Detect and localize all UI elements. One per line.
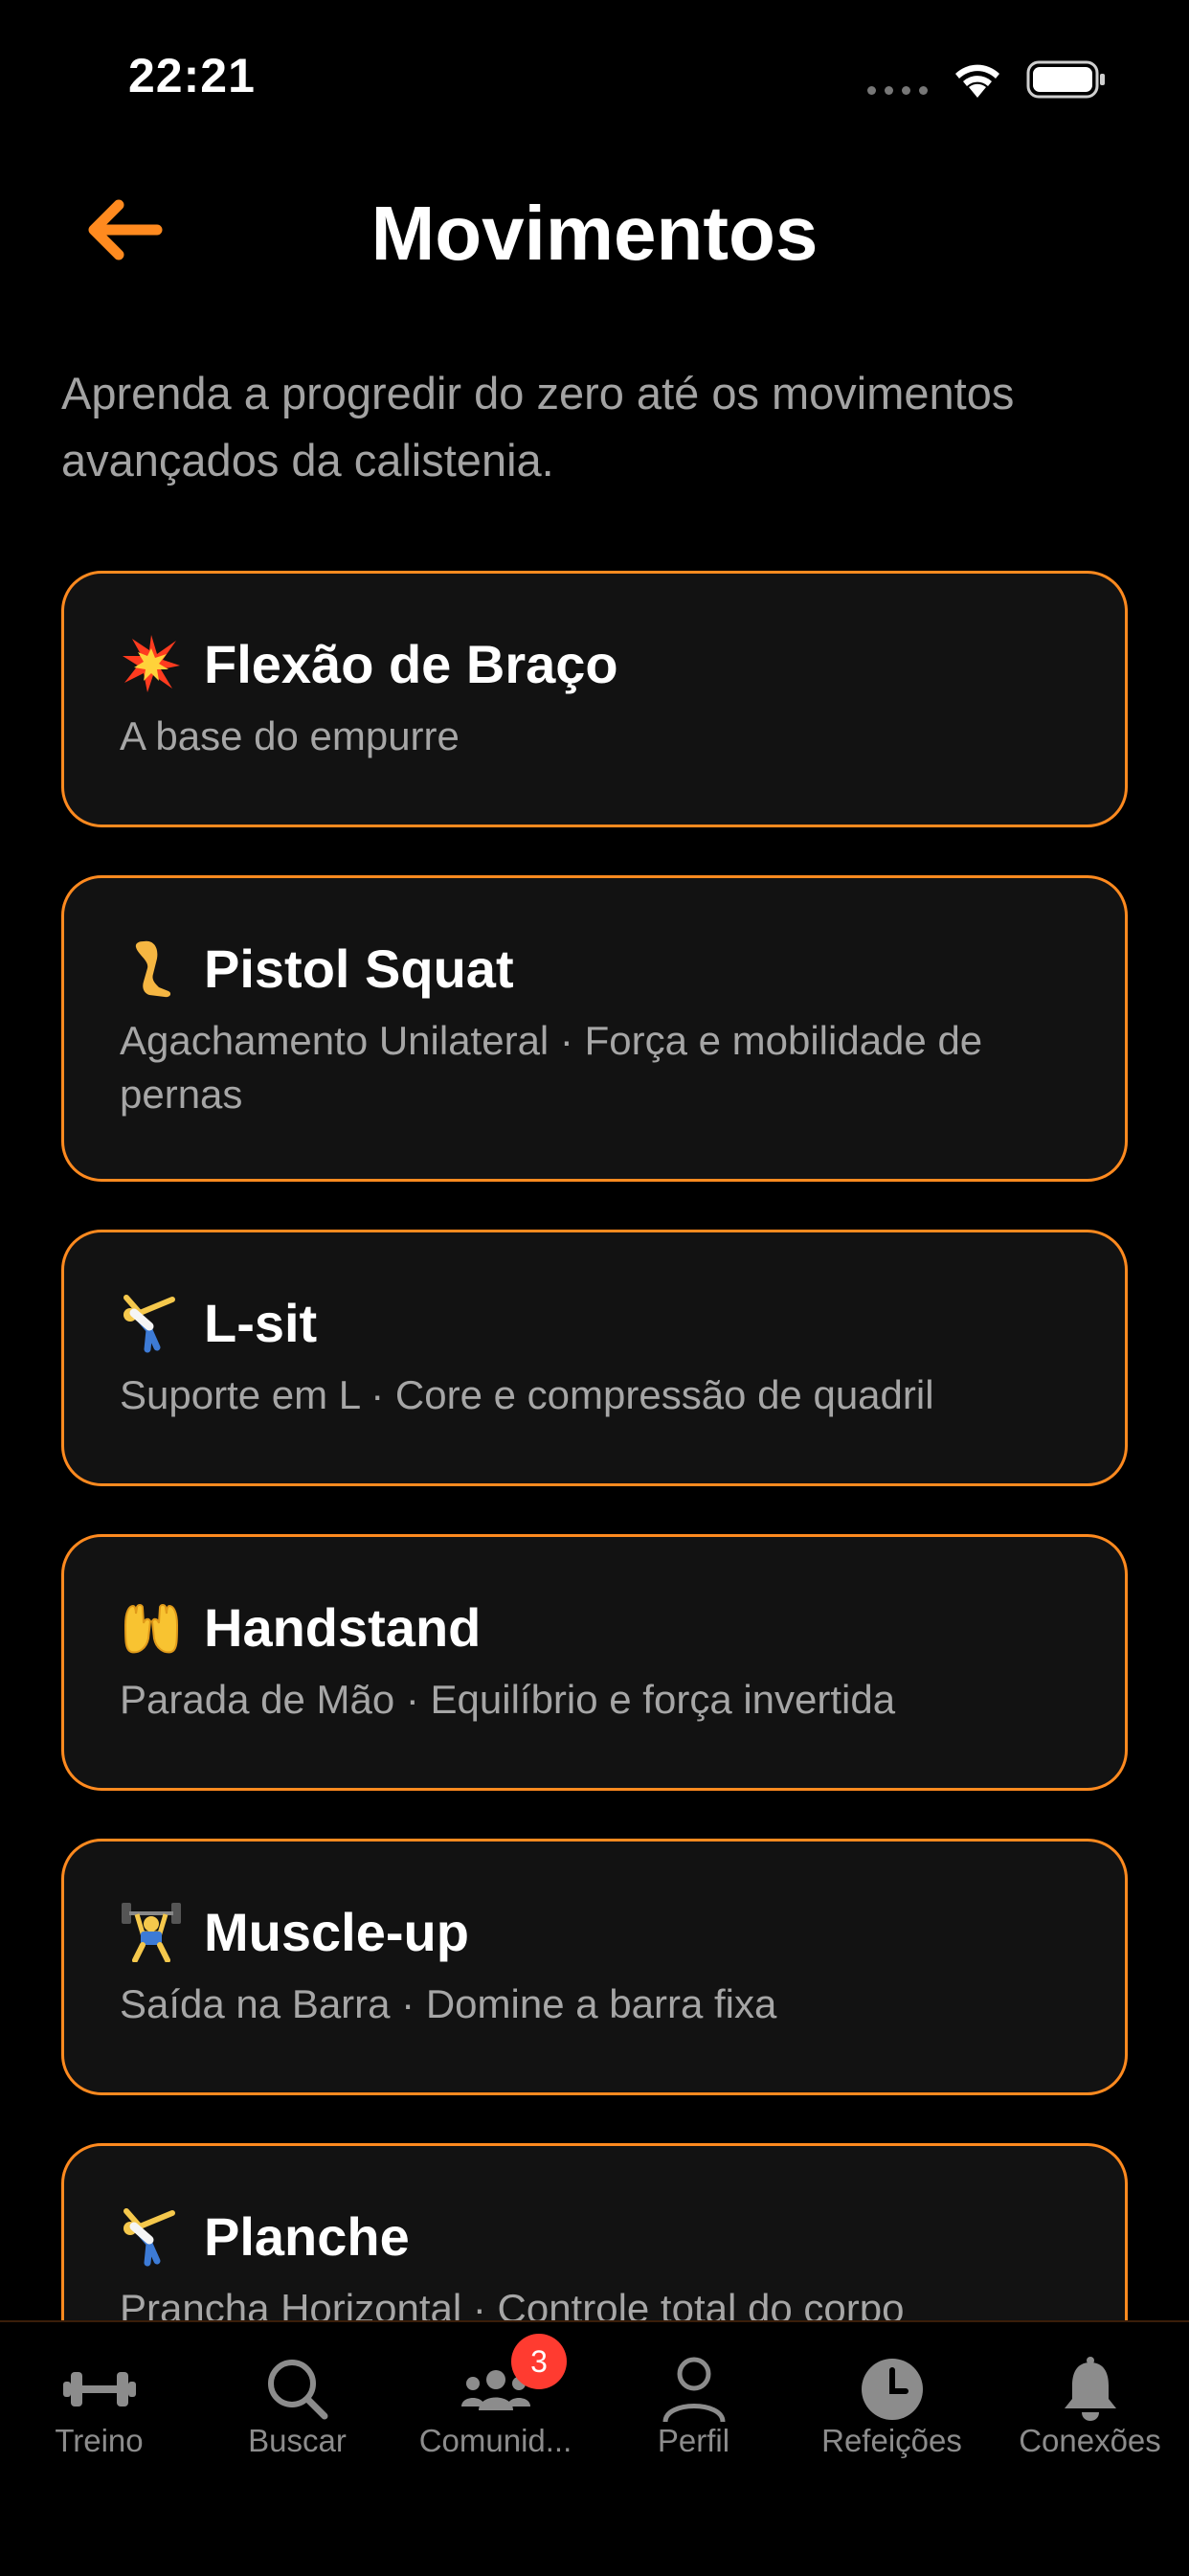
card-title: Handstand: [204, 1596, 482, 1658]
tab-buscar[interactable]: Buscar: [198, 2322, 396, 2495]
tab-label: Conexões: [1019, 2423, 1161, 2458]
tab-label: Comunid...: [418, 2423, 572, 2458]
wifi-icon: [955, 64, 999, 98]
intro-text: Aprenda a progredir do zero até os movim…: [61, 368, 1015, 486]
tab-comunidade[interactable]: 3 Comunid...: [396, 2322, 594, 2495]
bell-icon: [1064, 2357, 1116, 2421]
movement-card-flexao[interactable]: Flexão de Braço A base do empurre: [61, 571, 1128, 827]
collision-icon: [120, 632, 183, 695]
card-subtitle: Parada de Mão · Equilíbrio e força inver…: [120, 1677, 896, 1722]
card-title: Flexão de Braço: [204, 633, 618, 694]
leg-icon: [120, 937, 183, 1000]
notification-badge: 3: [511, 2334, 567, 2389]
cartwheel-icon: [120, 1291, 183, 1354]
search-icon: [267, 2360, 327, 2420]
card-subtitle: Agachamento Unilateral · Força e mobilid…: [120, 1018, 983, 1117]
tab-perfil[interactable]: Perfil: [594, 2322, 793, 2495]
movement-card-muscle-up[interactable]: Muscle-up Saída na Barra · Domine a barr…: [61, 1839, 1128, 2095]
weightlifter-icon: [120, 1900, 183, 1963]
movement-card-pistol-squat[interactable]: Pistol Squat Agachamento Unilateral · Fo…: [61, 875, 1128, 1182]
movement-card-handstand[interactable]: Handstand Parada de Mão · Equilíbrio e f…: [61, 1534, 1128, 1791]
card-title: L-sit: [204, 1292, 318, 1353]
card-title: Pistol Squat: [204, 938, 514, 999]
tab-label: Perfil: [657, 2423, 730, 2458]
person-icon: [662, 2357, 725, 2423]
tab-label: Buscar: [248, 2423, 347, 2458]
tab-refeicoes[interactable]: Refeições: [793, 2322, 991, 2495]
battery-icon: [1026, 60, 1105, 99]
movement-card-l-sit[interactable]: L-sit Suporte em L · Core e compressão d…: [61, 1230, 1128, 1486]
status-bar: 22:21: [0, 0, 1189, 153]
movement-list: Flexão de Braço A base do empurre Pistol…: [61, 571, 1128, 2448]
card-subtitle: A base do empurre: [120, 713, 460, 758]
tab-label: Refeições: [821, 2423, 962, 2458]
nav-header: Movimentos: [0, 172, 1189, 287]
card-subtitle: Saída na Barra · Domine a barra fixa: [120, 1981, 777, 2026]
tab-treino[interactable]: Treino: [0, 2322, 198, 2495]
status-time: 22:21: [128, 49, 256, 102]
cellular-signal-icon: [867, 86, 929, 96]
tab-conexoes[interactable]: Conexões: [991, 2322, 1189, 2495]
palms-up-icon: [120, 1595, 183, 1659]
clock-icon: [861, 2359, 923, 2420]
card-title: Muscle-up: [204, 1901, 469, 1962]
tab-label: Treino: [55, 2423, 144, 2458]
dumbbell-icon: [62, 2372, 136, 2407]
card-title: Planche: [204, 2205, 410, 2267]
card-subtitle: Suporte em L · Core e compressão de quad…: [120, 1372, 934, 1417]
tab-bar: Treino Buscar 3 Comunid... Perfil Refeiç…: [0, 2320, 1189, 2576]
cartwheel-icon: [120, 2204, 183, 2268]
page-title: Movimentos: [370, 191, 819, 276]
